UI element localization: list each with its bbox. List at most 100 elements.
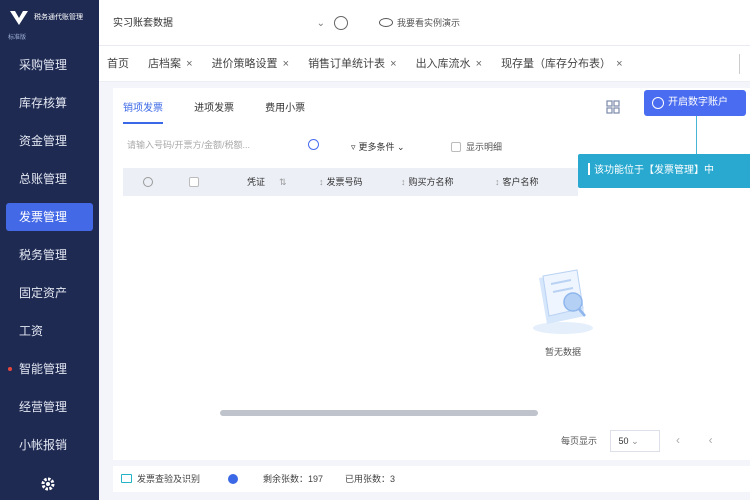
sidebar-item-label: 库存核算	[19, 96, 68, 110]
tab-label: 出入库流水	[415, 58, 471, 70]
tab-purchase-invoices[interactable]: 进项发票	[194, 96, 234, 122]
company-select-value: 实习账套数据	[113, 18, 173, 29]
tab-label: 店档案	[148, 58, 182, 70]
sidebar-item-ledger[interactable]: 总账管理	[0, 160, 99, 198]
tab-pricing-strategy[interactable]: 进价策略设置 ×	[204, 46, 297, 81]
sidebar-item-label: 小帐报销	[19, 438, 68, 452]
brand-name: 税务通代账管理	[34, 14, 83, 21]
eye-icon	[379, 18, 393, 27]
invoice-check-link[interactable]: 发票查验及识别	[137, 466, 200, 492]
info-icon[interactable]	[228, 474, 238, 484]
column-header-invoice-number[interactable]: ↕ 发票号码	[319, 168, 363, 196]
brand: 税务通代账管理 标准版	[0, 0, 99, 46]
sidebar-item-label: 总账管理	[19, 172, 68, 186]
account-icon	[652, 97, 664, 109]
sidebar: 税务通代账管理 标准版 采购管理 库存核算 资金管理 总账管理 发票管理 税务管…	[0, 0, 99, 500]
tab-label: 销售订单统计表	[308, 58, 386, 70]
sidebar-item-purchase[interactable]: 采购管理	[0, 46, 99, 84]
tab-label: 首页	[107, 58, 129, 70]
tab-divider	[739, 54, 740, 74]
sidebar-item-fixed-assets[interactable]: 固定资产	[0, 274, 99, 312]
sidebar-item-label: 智能管理	[19, 362, 68, 376]
logo-icon	[10, 11, 28, 25]
invoice-panel: 销项发票 进项发票 费用小票 开启数字账户 该功能位于【发票管理】中 请输入号码…	[113, 88, 750, 460]
empty-document-illustration	[533, 269, 593, 334]
invoice-scan-icon	[121, 474, 132, 483]
tab-sales-invoices[interactable]: 销项发票	[123, 96, 163, 124]
horizontal-scrollbar[interactable]	[125, 410, 745, 416]
close-icon[interactable]: ×	[186, 58, 192, 70]
page-tabs: 首页 店档案 × 进价策略设置 × 销售订单统计表 × 出入库流水 × 现存量（库存分布…	[99, 46, 750, 82]
prev-page-icon[interactable]: ‹	[676, 433, 680, 447]
chevron-down-icon: ⌄	[631, 436, 639, 446]
sidebar-item-label: 工资	[19, 324, 44, 338]
column-header-label: 购买方名称	[408, 177, 454, 187]
tab-expense-receipts[interactable]: 费用小票	[265, 96, 305, 122]
sidebar-item-business[interactable]: 经营管理	[0, 388, 99, 426]
search-input[interactable]: 请输入号码/开票方/金额/税额...	[123, 134, 323, 156]
sort-icon: ↕	[401, 177, 406, 187]
sidebar-item-label: 发票管理	[19, 210, 68, 224]
tab-current-stock[interactable]: 现存量（库存分布表） ×	[493, 46, 630, 81]
page-size-select[interactable]: 50 ⌄	[609, 430, 660, 452]
sidebar-item-label: 税务管理	[19, 248, 68, 262]
used-count: 已用张数：3	[345, 474, 396, 484]
column-settings-icon[interactable]	[143, 177, 153, 187]
help-icon[interactable]	[334, 16, 348, 30]
filter-icon: ▿	[351, 142, 356, 152]
invoice-tabs: 销项发票 进项发票 费用小票	[123, 96, 333, 124]
sort-icon: ↕	[495, 177, 500, 187]
page-size-label: 每页显示	[561, 436, 598, 446]
open-button-label: 开启数字账户	[668, 97, 728, 108]
open-digital-account-button[interactable]: 开启数字账户	[644, 90, 746, 116]
empty-state: 暂无数据	[523, 258, 603, 358]
remaining-count: 剩余张数：197	[263, 474, 324, 484]
select-all-checkbox[interactable]	[189, 177, 199, 187]
guide-connector	[696, 116, 697, 156]
brand-edition: 标准版	[8, 35, 27, 41]
close-icon[interactable]: ×	[476, 58, 482, 70]
next-page-icon[interactable]: ‹	[709, 433, 713, 447]
empty-text: 暂无数据	[544, 347, 581, 357]
sidebar-item-payroll[interactable]: 工资	[0, 312, 99, 350]
sort-icon: ⇅	[279, 177, 287, 187]
tooltip-bar	[588, 163, 590, 175]
demo-link[interactable]: 我要看实例演示	[379, 16, 460, 29]
settings-gear-icon[interactable]	[40, 476, 56, 492]
column-header-voucher[interactable]: 凭证 ⇅	[247, 168, 287, 196]
tab-sales-order-stats[interactable]: 销售订单统计表 ×	[300, 46, 404, 81]
close-icon[interactable]: ×	[616, 58, 622, 70]
tab-store-archive[interactable]: 店档案 ×	[140, 46, 200, 81]
sidebar-item-inventory[interactable]: 库存核算	[0, 84, 99, 122]
sidebar-item-label: 资金管理	[19, 134, 68, 148]
guide-tooltip: 该功能位于【发票管理】中	[578, 154, 750, 188]
sidebar-item-expense[interactable]: 小帐报销	[0, 426, 99, 464]
column-header-label: 客户名称	[502, 177, 539, 187]
sidebar-item-tax[interactable]: 税务管理	[0, 236, 99, 274]
grid-view-icon[interactable]	[606, 100, 620, 114]
tab-label: 现存量（库存分布表）	[501, 58, 612, 70]
close-icon[interactable]: ×	[283, 58, 289, 70]
column-header-label: 凭证	[247, 177, 266, 187]
close-icon[interactable]: ×	[390, 58, 396, 70]
sidebar-item-invoices[interactable]: 发票管理	[6, 203, 93, 231]
notification-dot	[8, 367, 12, 371]
tab-home[interactable]: 首页	[99, 46, 137, 81]
tab-stock-flow[interactable]: 出入库流水 ×	[408, 46, 490, 81]
chevron-down-icon: ⌄	[316, 18, 325, 29]
search-placeholder: 请输入号码/开票方/金额/税额...	[127, 140, 251, 150]
column-header-buyer[interactable]: ↕ 购买方名称	[401, 168, 454, 196]
scrollbar-thumb[interactable]	[220, 410, 538, 416]
tab-label: 进价策略设置	[211, 58, 278, 70]
search-icon[interactable]	[308, 139, 319, 150]
company-select[interactable]: 实习账套数据 ⌄	[107, 12, 327, 36]
sidebar-item-label: 经营管理	[19, 400, 68, 414]
sidebar-item-funds[interactable]: 资金管理	[0, 122, 99, 160]
show-detail-checkbox[interactable]: 显示明细	[451, 140, 502, 153]
column-header-customer[interactable]: ↕ 客户名称	[495, 168, 539, 196]
sidebar-item-smart[interactable]: 智能管理	[0, 350, 99, 388]
show-detail-label: 显示明细	[466, 142, 503, 152]
more-filters-button[interactable]: ▿ 更多条件 ⌄	[351, 140, 405, 153]
sort-icon: ↕	[319, 177, 324, 187]
table-header: 凭证 ⇅ ↕ 发票号码 ↕ 购买方名称 ↕ 客户名称	[123, 168, 578, 196]
